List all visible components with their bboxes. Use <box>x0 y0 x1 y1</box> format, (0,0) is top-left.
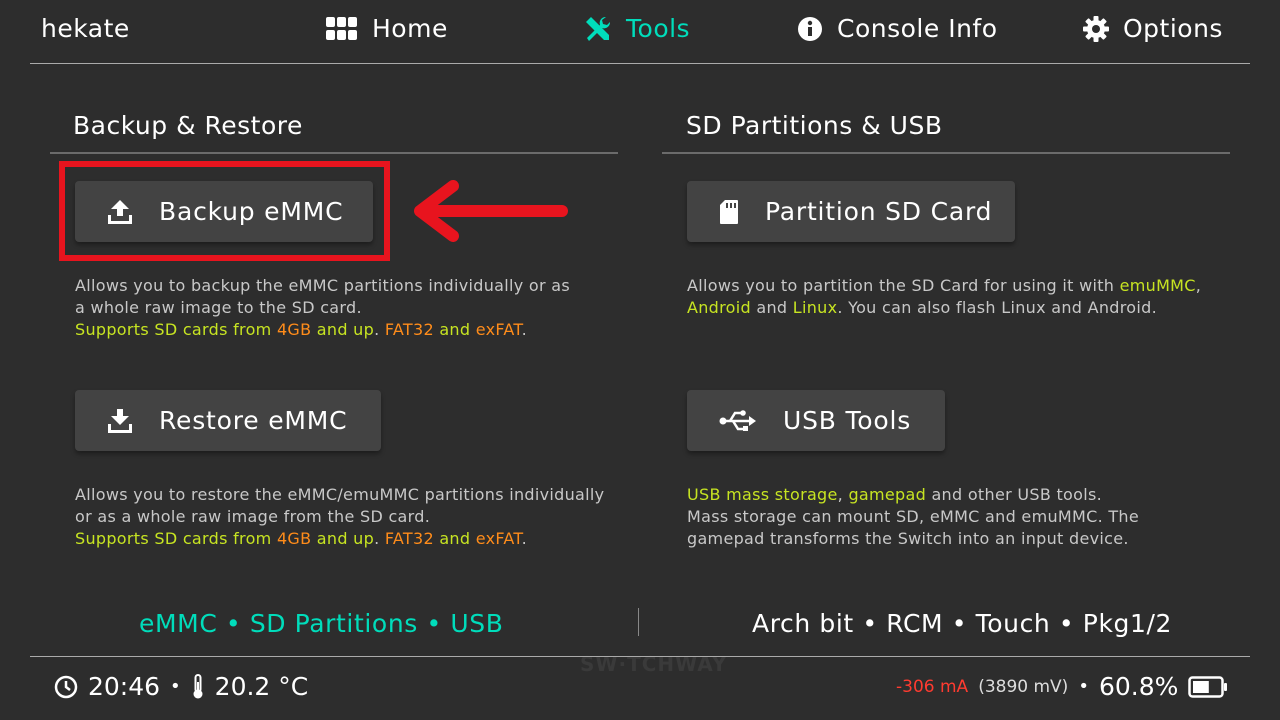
clock-time: 20:46 <box>88 672 161 701</box>
battery-percent: 60.8% <box>1098 672 1179 701</box>
backup-desc-line-2: a whole raw image to the SD card. <box>75 298 362 317</box>
tab-tools-label: Tools <box>626 14 691 43</box>
backup-desc-line-1: Allows you to backup the eMMC partitions… <box>75 276 571 295</box>
usb-desc-line-1: USB mass storage, gamepad and other USB … <box>687 485 1102 504</box>
status-right: -306 mA (3890 mV) • 60.8% <box>896 672 1228 701</box>
section-title-sd-usb: SD Partitions & USB <box>686 111 943 140</box>
download-icon <box>108 408 132 433</box>
partition-sd-card-button[interactable]: Partition SD Card <box>687 181 1015 242</box>
backup-supports-line: Supports SD cards from 4GB and up. FAT32… <box>75 320 527 339</box>
restore-description: Allows you to restore the eMMC/emuMMC pa… <box>75 484 620 550</box>
temperature: 20.2 °C <box>214 672 309 701</box>
restore-supports-line: Supports SD cards from 4GB and up. FAT32… <box>75 529 527 548</box>
partition-desc-line-1: Allows you to partition the SD Card for … <box>687 276 1202 295</box>
tab-console-info[interactable]: Console Info <box>797 14 998 43</box>
restore-emmc-button[interactable]: Restore eMMC <box>75 390 381 451</box>
sd-card-icon <box>720 199 738 224</box>
grid-icon <box>326 16 357 40</box>
tab-console-info-label: Console Info <box>837 14 998 43</box>
status-left: 20:46 • 20.2 °C <box>54 672 308 701</box>
thermometer-icon <box>193 673 203 698</box>
restore-emmc-label: Restore eMMC <box>159 406 348 435</box>
battery-voltage: (3890 mV) <box>978 676 1069 697</box>
annotation-arrow <box>414 180 568 242</box>
battery-icon <box>1188 675 1228 698</box>
battery-current: -306 mA <box>896 676 969 697</box>
usb-desc-line-2: Mass storage can mount SD, eMMC and emuM… <box>687 507 1140 526</box>
restore-desc-line-2: or as a whole raw image from the SD card… <box>75 507 431 526</box>
subnav-left: eMMC • SD Partitions • USB <box>139 609 504 638</box>
section-divider-right <box>662 152 1230 154</box>
section-divider-left <box>50 152 618 154</box>
tools-icon <box>586 16 611 41</box>
header-divider <box>30 63 1250 64</box>
gear-icon <box>1083 15 1109 42</box>
usb-tools-button[interactable]: USB Tools <box>687 390 945 451</box>
clock-icon <box>54 675 78 698</box>
usb-desc-line-3: gamepad transforms the Switch into an in… <box>687 529 1129 548</box>
usb-icon <box>719 409 756 431</box>
subnav-right: Arch bit • RCM • Touch • Pkg1/2 <box>752 609 1173 638</box>
annotation-highlight-box <box>59 161 390 261</box>
partition-description: Allows you to partition the SD Card for … <box>687 275 1227 319</box>
restore-desc-line-1: Allows you to restore the eMMC/emuMMC pa… <box>75 485 605 504</box>
partition-desc-line-2: Android and Linux. You can also flash Li… <box>687 298 1157 317</box>
partition-sd-card-label: Partition SD Card <box>765 197 993 226</box>
tab-home[interactable]: Home <box>326 14 448 43</box>
usb-description: USB mass storage, gamepad and other USB … <box>687 484 1227 550</box>
tab-options[interactable]: Options <box>1083 14 1223 43</box>
backup-description: Allows you to backup the eMMC partitions… <box>75 275 620 341</box>
app-title: hekate <box>41 14 130 43</box>
section-title-backup-restore: Backup & Restore <box>73 111 303 140</box>
footer-divider <box>30 656 1250 657</box>
subnav-divider <box>638 608 639 636</box>
tab-tools[interactable]: Tools <box>584 14 690 43</box>
info-icon <box>798 16 822 41</box>
status-separator: • <box>170 676 181 697</box>
tab-options-label: Options <box>1123 14 1223 43</box>
tab-home-label: Home <box>372 14 448 43</box>
status-separator-2: • <box>1078 676 1089 697</box>
usb-tools-label: USB Tools <box>783 406 912 435</box>
